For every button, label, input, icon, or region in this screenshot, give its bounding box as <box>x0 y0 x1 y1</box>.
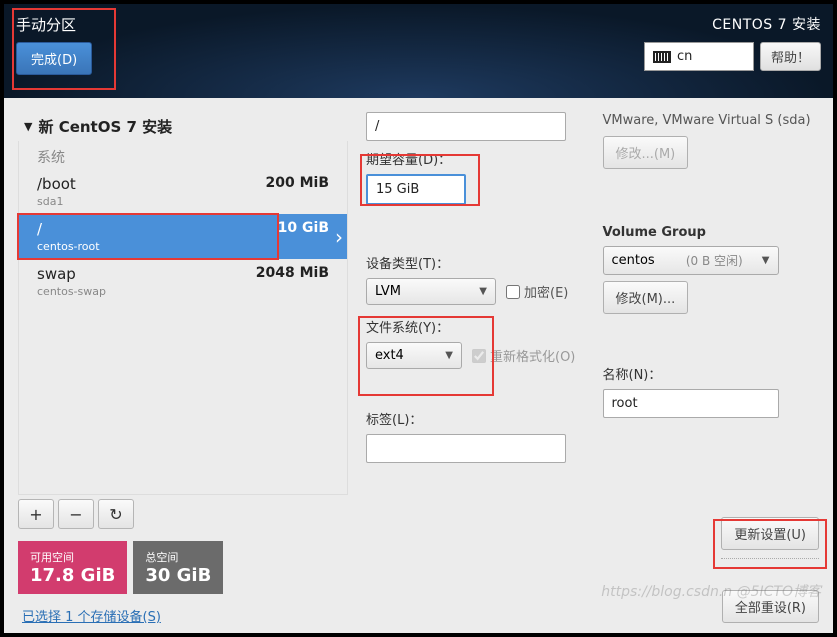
page-title: 手动分区 <box>16 14 76 35</box>
name-label: 名称(N)： <box>603 364 820 383</box>
total-label: 总空间 <box>145 549 211 565</box>
chevron-down-icon: ▼ <box>24 120 32 133</box>
update-settings-button[interactable]: 更新设置(U) <box>721 517 819 550</box>
volume-group-dropdown[interactable]: centos (0 B 空闲) ▼ <box>603 246 779 275</box>
help-button[interactable]: 帮助！ <box>760 42 821 71</box>
modify-vg-button[interactable]: 修改(M)... <box>603 281 689 314</box>
filesystem-label: 文件系统(Y)： <box>366 317 583 336</box>
install-disclosure[interactable]: ▼ 新 CentOS 7 安装 <box>18 112 348 141</box>
encrypt-checkbox-input[interactable] <box>506 285 520 299</box>
volume-group-value: centos <box>612 253 655 268</box>
volume-group-label: Volume Group <box>603 225 820 240</box>
partition-row-swap[interactable]: swap 2048 MiB centos-swap <box>19 259 347 304</box>
keyboard-layout-label: cn <box>677 49 692 64</box>
capacity-label: 期望容量(D)： <box>366 149 583 168</box>
reformat-checkbox: 重新格式化(O) <box>472 346 575 365</box>
system-section-label: 系统 <box>19 141 347 169</box>
partition-device: sda1 <box>37 195 329 208</box>
partition-size: 200 MiB <box>266 175 330 191</box>
partition-size: 10 GiB <box>278 220 329 236</box>
partition-list: 系统 /boot 200 MiB sda1 / 10 GiB centos-ro… <box>18 141 348 495</box>
encrypt-label: 加密(E) <box>524 282 568 301</box>
chevron-down-icon: ▼ <box>479 286 487 297</box>
keyboard-icon <box>653 51 671 63</box>
partition-row-boot[interactable]: /boot 200 MiB sda1 <box>19 169 347 214</box>
available-space: 可用空间 17.8 GiB <box>18 541 127 594</box>
disk-name: VMware, VMware Virtual S (sda) <box>603 112 820 130</box>
watermark: https://blog.csdn.n @5ICTO博客 <box>601 581 821 601</box>
partition-size: 2048 MiB <box>256 265 329 281</box>
details-col-a: 期望容量(D)： 设备类型(T)： LVM ▼ 加密(E) <box>366 112 583 625</box>
encrypt-checkbox[interactable]: 加密(E) <box>506 282 568 301</box>
modify-disk-button: 修改...(M) <box>603 136 689 169</box>
install-label: 新 CentOS 7 安装 <box>38 116 172 137</box>
filesystem-dropdown[interactable]: ext4 ▼ <box>366 342 462 369</box>
partition-row-root[interactable]: / 10 GiB centos-root › <box>19 214 347 259</box>
available-value: 17.8 GiB <box>30 565 115 586</box>
device-type-label: 设备类型(T)： <box>366 253 583 272</box>
done-button[interactable]: 完成(D) <box>16 42 92 75</box>
partition-device: centos-root <box>37 240 329 253</box>
total-value: 30 GiB <box>145 565 211 586</box>
mount-point-input[interactable] <box>366 112 566 141</box>
right-pane: 期望容量(D)： 设备类型(T)： LVM ▼ 加密(E) <box>366 112 819 625</box>
desired-capacity-input[interactable] <box>366 174 466 205</box>
name-input[interactable] <box>603 389 779 418</box>
device-type-value: LVM <box>375 284 401 299</box>
filesystem-value: ext4 <box>375 348 404 363</box>
reformat-label: 重新格式化(O) <box>490 346 575 365</box>
label-input[interactable] <box>366 434 566 463</box>
chevron-down-icon: ▼ <box>762 255 770 266</box>
keyboard-layout-selector[interactable]: cn <box>644 42 754 71</box>
reload-button[interactable]: ↻ <box>98 499 134 529</box>
details-col-b: VMware, VMware Virtual S (sda) 修改...(M) … <box>603 112 820 625</box>
partition-toolbar: + − ↻ <box>18 499 348 529</box>
chevron-down-icon: ▼ <box>445 350 453 361</box>
partition-device: centos-swap <box>37 285 329 298</box>
remove-partition-button[interactable]: − <box>58 499 94 529</box>
product-name: CENTOS 7 安装 <box>712 14 821 34</box>
header-bar: 手动分区 完成(D) CENTOS 7 安装 cn 帮助！ <box>4 4 833 98</box>
volume-group-free: (0 B 空闲) <box>686 252 743 269</box>
total-space: 总空间 30 GiB <box>133 541 223 594</box>
available-label: 可用空间 <box>30 549 115 565</box>
tag-label: 标签(L)： <box>366 409 583 428</box>
device-type-dropdown[interactable]: LVM ▼ <box>366 278 496 305</box>
chevron-right-icon: › <box>335 225 343 249</box>
storage-devices-link[interactable]: 已选择 1 个存储设备(S) <box>18 606 348 625</box>
separator <box>721 558 819 559</box>
reformat-checkbox-input <box>472 349 486 363</box>
space-summary: 可用空间 17.8 GiB 总空间 30 GiB <box>18 541 348 594</box>
add-partition-button[interactable]: + <box>18 499 54 529</box>
left-pane: ▼ 新 CentOS 7 安装 系统 /boot 200 MiB sda1 / … <box>18 112 348 625</box>
content-area: ▼ 新 CentOS 7 安装 系统 /boot 200 MiB sda1 / … <box>4 98 833 633</box>
